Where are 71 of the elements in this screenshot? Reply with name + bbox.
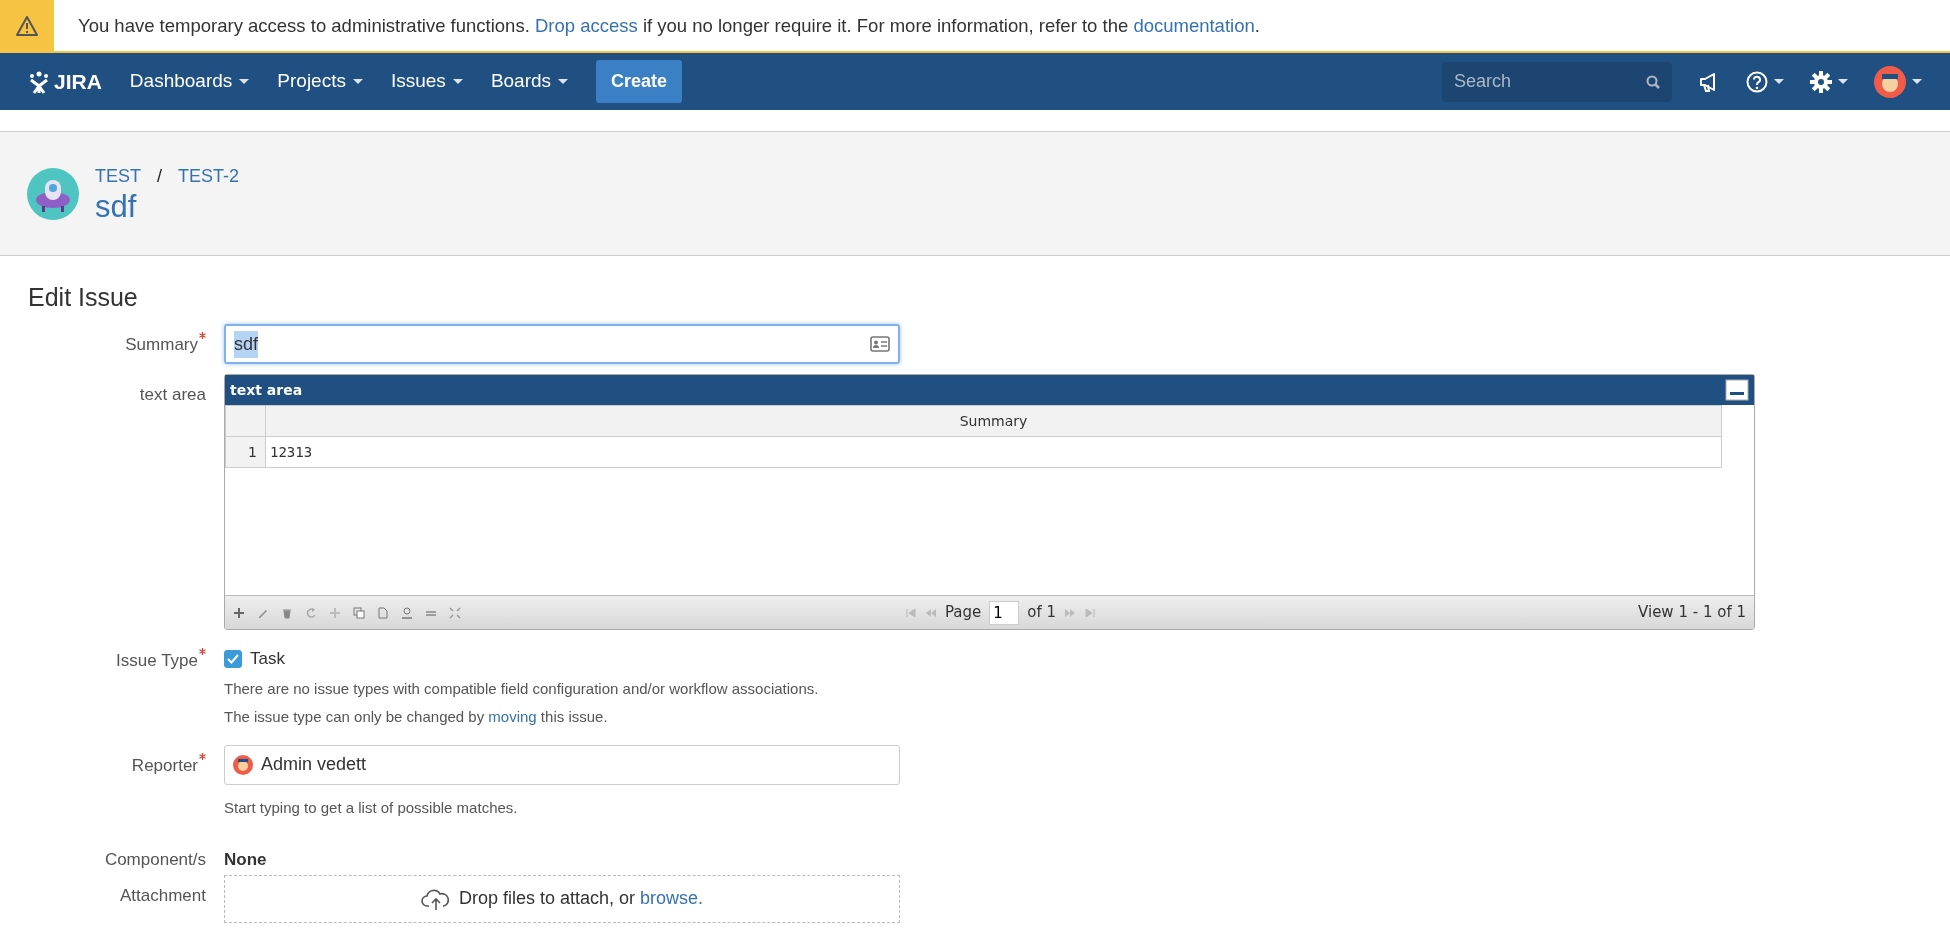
add-icon[interactable] <box>233 606 245 619</box>
field-label: Reporter <box>28 744 206 825</box>
logo-icon <box>28 69 50 94</box>
help-text: There are no issue types with compatible field configuration and/or workflow associations. <box>224 678 819 699</box>
caret-icon <box>239 79 250 84</box>
caret-icon <box>558 79 569 84</box>
help-text: Start typing to get a list of possible matches. <box>224 797 519 818</box>
search-field[interactable]: Search <box>1442 61 1672 102</box>
search-icon <box>1646 74 1660 89</box>
previous-page-icon[interactable] <box>924 607 937 618</box>
last-page-icon[interactable] <box>1084 607 1097 618</box>
drop-text: Drop files to attach, or browse. <box>458 887 704 910</box>
user-menu[interactable] <box>1874 65 1922 98</box>
field-label: Summary <box>28 324 206 364</box>
caret-icon <box>352 79 363 84</box>
reporter-field[interactable]: Admin vedett <box>224 744 900 785</box>
caret-icon <box>1912 79 1922 84</box>
avatar-icon <box>233 754 253 775</box>
issue-title: sdf <box>95 189 138 225</box>
page-icon[interactable] <box>377 606 389 619</box>
warning-icon <box>16 15 38 36</box>
nav-menu[interactable]: Dashboards <box>129 67 250 96</box>
copy-icon[interactable] <box>353 606 365 619</box>
nav-menu[interactable]: Boards <box>490 67 569 96</box>
first-page-icon[interactable] <box>904 607 917 618</box>
id-card-icon <box>870 336 890 352</box>
page-count: of 1 <box>1027 602 1057 624</box>
documentation-link[interactable]: documentation <box>1133 14 1255 36</box>
record-count: View 1 - 1 of 1 <box>1638 602 1746 624</box>
field-label: Attachment <box>119 884 206 907</box>
attachment-drop-zone[interactable]: Drop files to attach, or browse. <box>224 874 900 923</box>
browse-link[interactable]: browse. <box>640 888 704 908</box>
grid-caption: text area <box>230 380 303 400</box>
help-text: The issue type can only be changed by moving this issue. <box>224 707 609 727</box>
breadcrumb-separator: / <box>157 164 163 188</box>
banner-message: You have temporary access to administrative functions. Drop access if you no longer require it. For more information, refer to the documentation. <box>78 13 1260 38</box>
breadcrumb-link[interactable]: TEST <box>95 162 141 190</box>
settings-icon <box>1810 70 1832 93</box>
trash-icon[interactable] <box>281 606 293 619</box>
drop-access-link[interactable]: Drop access <box>534 14 638 36</box>
summary-field[interactable]: sdf <box>224 324 900 364</box>
field-label: text area <box>138 384 206 406</box>
form-heading: Edit Issue <box>28 282 139 312</box>
next-page-icon[interactable] <box>1064 607 1077 618</box>
moving-link[interactable]: moving <box>488 708 537 725</box>
create-button[interactable]: Create <box>596 60 683 103</box>
field-label: Component/s <box>103 849 206 871</box>
avatar-icon <box>1874 65 1906 98</box>
caret-icon <box>1838 79 1848 84</box>
caret-icon <box>452 79 463 84</box>
help-icon <box>1746 70 1768 93</box>
collapse-icon[interactable] <box>1725 379 1749 401</box>
field-label: Issue Type <box>28 640 206 735</box>
caret-icon <box>1774 79 1784 84</box>
expand-icon[interactable] <box>449 606 461 619</box>
help-menu[interactable] <box>1746 70 1784 93</box>
jira-logo[interactable]: JIRA <box>28 65 102 98</box>
nav-menu[interactable]: Issues <box>390 67 463 96</box>
breadcrumb-link[interactable]: TEST-2 <box>178 162 240 190</box>
column-header: Summary <box>265 405 1722 437</box>
components-value: None <box>224 849 267 871</box>
task-checkbox[interactable] <box>224 649 242 668</box>
row-number: 1 <box>225 436 266 468</box>
nav-menu[interactable]: Projects <box>277 67 363 96</box>
issue-type-value: Task <box>250 648 285 670</box>
project-avatar-icon <box>27 167 79 220</box>
page-field[interactable]: 1 <box>989 600 1020 625</box>
settings-menu[interactable] <box>1810 70 1848 93</box>
table-cell: 12313 <box>265 436 1722 468</box>
pager-label: Page <box>944 602 982 624</box>
refresh-icon[interactable] <box>305 606 317 619</box>
